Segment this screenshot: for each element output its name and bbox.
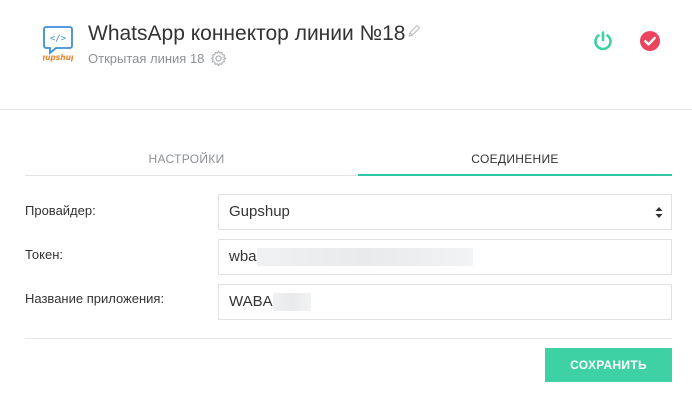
provider-value: Gupshup bbox=[229, 203, 290, 220]
svg-text:gupshup: gupshup bbox=[43, 53, 73, 62]
gear-icon[interactable] bbox=[210, 50, 227, 67]
token-label: Токен: bbox=[25, 247, 64, 262]
power-icon[interactable] bbox=[592, 30, 614, 52]
connector-header: </> gupshup WhatsApp коннектор линии №18… bbox=[0, 0, 692, 110]
form-divider bbox=[25, 338, 672, 339]
save-button[interactable]: СОХРАНИТЬ bbox=[545, 348, 672, 382]
tab-bar: НАСТРОЙКИ СОЕДИНЕНИЕ bbox=[25, 150, 672, 176]
app-name-field[interactable]: WABA bbox=[218, 284, 672, 320]
token-masked bbox=[256, 248, 473, 267]
subtitle-text: Открытая линия 18 bbox=[88, 51, 205, 66]
token-field[interactable]: wba bbox=[218, 239, 672, 275]
app-name-label: Название приложения: bbox=[25, 291, 165, 306]
line-subtitle: Открытая линия 18 bbox=[88, 50, 227, 67]
provider-select[interactable]: Gupshup bbox=[218, 194, 672, 230]
provider-label: Провайдер: bbox=[25, 203, 96, 218]
gupshup-logo: </> gupshup bbox=[43, 26, 73, 62]
title-text: WhatsApp коннектор линии №18 bbox=[88, 22, 406, 45]
tab-settings[interactable]: НАСТРОЙКИ bbox=[25, 150, 348, 176]
app-name-masked bbox=[272, 293, 311, 312]
check-circle-icon[interactable] bbox=[639, 30, 661, 52]
token-value: wba bbox=[229, 248, 257, 265]
tab-connection[interactable]: СОЕДИНЕНИЕ bbox=[358, 150, 672, 176]
page-title: WhatsApp коннектор линии №18 bbox=[88, 21, 421, 47]
app-name-value: WABA bbox=[229, 293, 273, 310]
svg-text:</>: </> bbox=[50, 34, 67, 44]
select-arrows-icon bbox=[655, 207, 663, 218]
pencil-icon[interactable] bbox=[407, 24, 421, 38]
